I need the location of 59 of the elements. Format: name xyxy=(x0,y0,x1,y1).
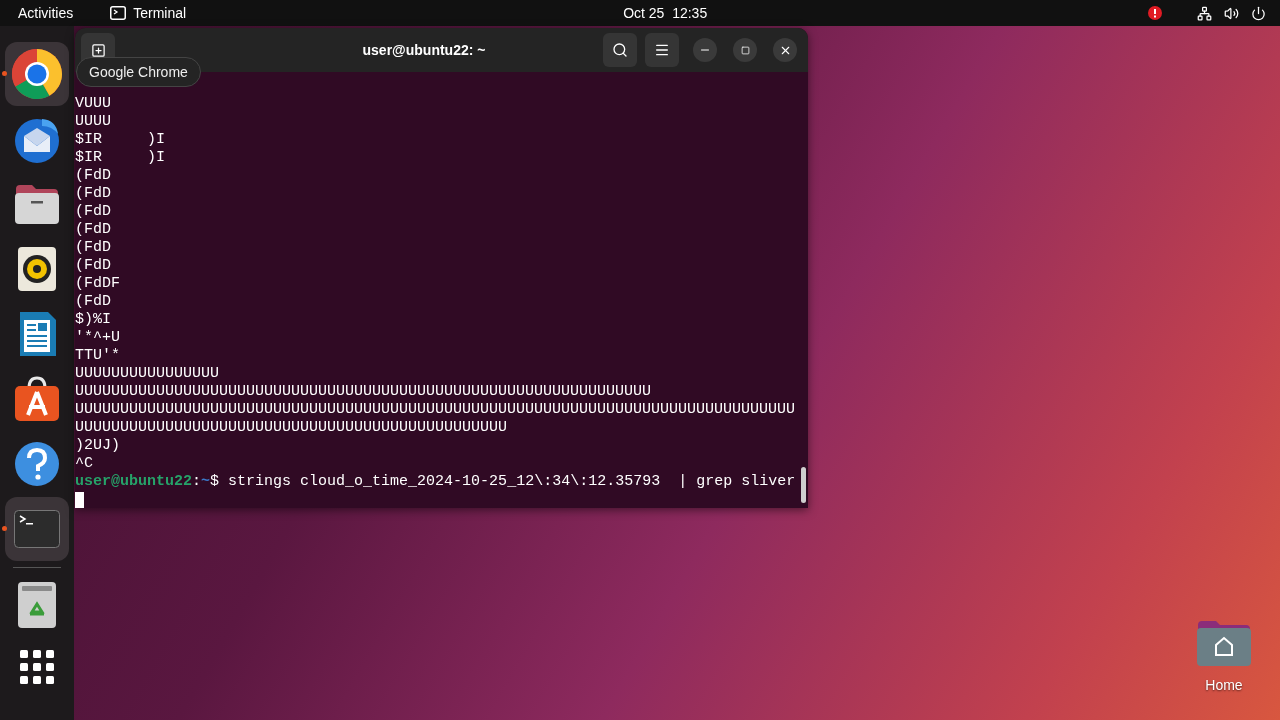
terminal-line: (FdD xyxy=(75,221,111,239)
minimize-button[interactable] xyxy=(693,38,717,62)
terminal-line: ^C xyxy=(75,455,93,473)
desktop-folder[interactable]: Home xyxy=(1196,619,1252,696)
terminal-line: UUUUUUUUUUUUUUUUUUUUUUUUUUUUUUUUUUUUUUUUUUUUUUUUUUUUUUUUUUUUUUUU xyxy=(75,383,652,401)
text-cursor xyxy=(75,492,84,508)
app-grid-icon xyxy=(20,650,54,684)
terminal-line: (FdD xyxy=(75,257,111,275)
terminal-line: (FdD xyxy=(75,167,111,185)
tooltip: Google Chrome xyxy=(76,57,201,87)
folder-icon xyxy=(14,182,60,225)
network-icon[interactable] xyxy=(1197,5,1212,21)
dock-launcher[interactable] xyxy=(5,41,69,106)
document-icon xyxy=(18,311,56,356)
window-title: user@ubuntu22: ~ xyxy=(361,40,487,60)
alert-icon[interactable] xyxy=(1148,6,1162,20)
terminal-line: (FdD xyxy=(75,239,111,257)
question-icon xyxy=(14,440,60,487)
terminal-line: )2UJ) xyxy=(75,437,120,455)
trash-icon xyxy=(18,582,56,628)
activities-button[interactable]: Activities xyxy=(18,2,74,24)
clock[interactable]: Oct 25 12:35 xyxy=(623,2,708,24)
terminal-line: (FdD xyxy=(75,293,111,311)
home-folder-icon xyxy=(1196,619,1252,667)
terminal-line: TTU'* xyxy=(75,347,120,365)
terminal-line: $)%I xyxy=(75,311,111,329)
terminal-line: UUUUUUUUUUUUUUUUUUUUUUUUUUUUUUUUUUUUUUUUUUUUUUUU xyxy=(75,419,508,437)
power-icon[interactable] xyxy=(1251,5,1266,21)
new-tab-icon xyxy=(90,42,106,58)
terminal-icon xyxy=(14,509,60,548)
menu-icon xyxy=(654,42,670,58)
terminal-line: (FdD xyxy=(75,185,111,203)
command-text: strings cloud_o_time_2024-10-25_12\:34\:12.35793 | grep sliver xyxy=(227,473,796,491)
app-menu-label[interactable]: Terminal xyxy=(133,2,187,24)
terminal-line: VUUU xyxy=(75,95,111,113)
browser-icon xyxy=(11,47,63,100)
volume-icon[interactable] xyxy=(1224,5,1239,21)
scrollbar[interactable] xyxy=(801,467,806,503)
terminal-line: UUUU xyxy=(75,113,111,131)
close-button[interactable] xyxy=(773,38,797,62)
terminal-line: UUUUUUUUUUUUUUUUUUUUUUUUUUUUUUUUUUUUUUUUUUUUUUUUUUUUUUUUUUUUUUUUUUUUUUUUUUUUUUUU xyxy=(75,401,796,419)
maximize-icon xyxy=(740,45,750,55)
search-icon xyxy=(612,42,628,58)
menu-button[interactable] xyxy=(645,33,679,67)
terminal-line: UUUUUUUUUUUUUUUU xyxy=(75,365,220,383)
prompt-separator: : xyxy=(192,473,202,491)
search-button[interactable] xyxy=(603,33,637,67)
speaker-icon xyxy=(18,246,56,291)
terminal-line: $IR )I xyxy=(75,131,165,149)
prompt-user-host: user@ubuntu22 xyxy=(75,473,193,491)
terminal-icon xyxy=(110,6,127,20)
terminal-line: (FdD xyxy=(75,203,111,221)
maximize-button[interactable] xyxy=(733,38,757,62)
shopping-bag-icon xyxy=(14,375,60,422)
terminal-line: (FdDF xyxy=(75,275,120,293)
prompt-symbol: $ xyxy=(210,473,220,491)
terminal-line: $IR )I xyxy=(75,149,165,167)
prompt-path: ~ xyxy=(201,473,211,491)
terminal-line: '*^+U xyxy=(75,329,120,347)
